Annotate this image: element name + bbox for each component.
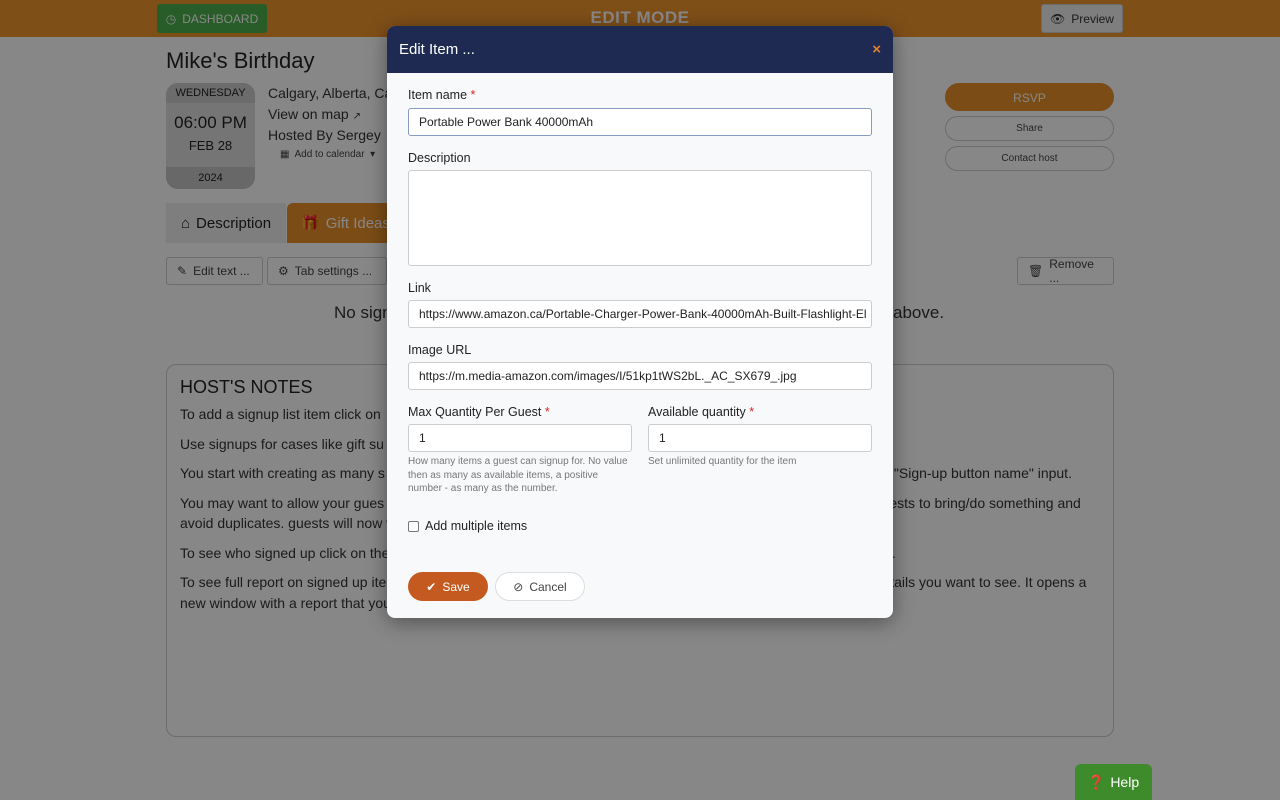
modal-title: Edit Item ... — [399, 41, 475, 58]
max-quantity-help: How many items a guest can signup for. N… — [408, 456, 628, 494]
available-quantity-input[interactable]: 1 — [648, 424, 872, 452]
modal-header: Edit Item ... × — [387, 26, 893, 73]
add-multiple-items[interactable]: Add multiple items — [408, 519, 527, 533]
close-icon[interactable]: × — [872, 41, 881, 58]
check-icon: ✔ — [426, 579, 437, 594]
link-input[interactable]: https://www.amazon.ca/Portable-Charger-P… — [408, 300, 872, 328]
link-label: Link — [408, 281, 431, 295]
image-url-input[interactable]: https://m.media-amazon.com/images/I/51kp… — [408, 362, 872, 390]
max-quantity-input[interactable]: 1 — [408, 424, 632, 452]
item-name-input[interactable]: Portable Power Bank 40000mAh — [408, 108, 872, 136]
max-quantity-label: Max Quantity Per Guest * — [408, 405, 550, 419]
checkbox[interactable] — [408, 520, 419, 532]
cancel-button[interactable]: ⊘ Cancel — [495, 572, 585, 601]
description-label: Description — [408, 151, 471, 165]
ban-icon: ⊘ — [513, 579, 524, 594]
help-button[interactable]: ❓ Help — [1075, 764, 1152, 800]
available-quantity-help: Set unlimited quantity for the item — [648, 456, 797, 467]
description-textarea[interactable] — [408, 170, 872, 266]
question-circle-icon: ❓ — [1087, 773, 1106, 790]
save-button[interactable]: ✔ Save — [408, 572, 488, 601]
available-quantity-label: Available quantity * — [648, 405, 755, 419]
item-name-label: Item name * — [408, 88, 476, 102]
image-url-label: Image URL — [408, 343, 472, 357]
edit-item-modal: Edit Item ... × Item name * Portable Powe… — [387, 26, 893, 618]
